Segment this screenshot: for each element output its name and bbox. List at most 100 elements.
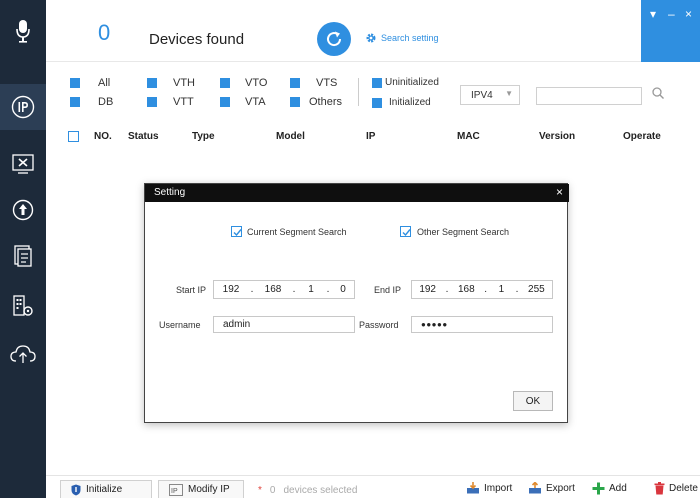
filter-vth-label: VTH xyxy=(173,77,195,89)
password-input[interactable]: ●●●●● xyxy=(411,316,553,333)
ip-icon xyxy=(11,95,35,119)
dialog-close-button[interactable]: × xyxy=(556,185,563,199)
cloud-upload-icon xyxy=(10,345,36,363)
username-label: Username xyxy=(159,320,201,330)
end-ip-octet: 168 xyxy=(458,284,475,295)
upgrade-icon xyxy=(12,199,34,221)
tools-icon xyxy=(12,154,34,174)
trash-icon xyxy=(654,482,665,495)
end-ip-octet: 1 xyxy=(498,284,505,295)
selected-label: devices selected xyxy=(283,485,358,496)
start-ip-label: Start IP xyxy=(176,285,207,295)
sidebar-item-building[interactable] xyxy=(0,283,46,329)
dropdown-window-button[interactable]: ▾ xyxy=(650,8,656,20)
filter-db-checkbox[interactable] xyxy=(70,97,80,107)
ip-version-select[interactable]: IPV4 ▼ xyxy=(460,85,520,105)
filter-vtt-label: VTT xyxy=(173,96,194,108)
filter-uninitialized-checkbox[interactable] xyxy=(372,78,382,88)
filter-vta-label: VTA xyxy=(245,96,266,108)
delete-label: Delete xyxy=(669,483,698,494)
col-version: Version xyxy=(539,131,576,142)
plus-icon xyxy=(592,482,605,495)
filter-others-checkbox[interactable] xyxy=(290,97,300,107)
search-button[interactable] xyxy=(651,86,665,103)
filter-vtt-checkbox[interactable] xyxy=(147,97,157,107)
device-filters: All VTH VTO VTS DB VTT VTA Others Uninit… xyxy=(46,62,700,122)
filter-db-label: DB xyxy=(98,96,114,108)
filter-all-checkbox[interactable] xyxy=(70,78,80,88)
filter-vts-label: VTS xyxy=(316,77,338,89)
setting-dialog: Setting × Current Segment Search Other S… xyxy=(144,183,569,423)
col-no: NO. xyxy=(94,131,112,142)
ip-version-value: IPV4 xyxy=(471,89,493,101)
device-search-input[interactable] xyxy=(536,87,642,105)
mic-icon xyxy=(0,0,46,62)
select-all-checkbox[interactable] xyxy=(68,131,79,142)
col-model: Model xyxy=(276,131,305,142)
chevron-down-icon: ▼ xyxy=(505,89,513,98)
start-ip-input[interactable]: 192. 168. 1. 0 xyxy=(213,280,355,299)
import-icon xyxy=(467,482,479,494)
refresh-icon xyxy=(327,31,342,47)
sidebar-item-document[interactable] xyxy=(0,233,46,279)
filter-vts-checkbox[interactable] xyxy=(290,78,300,88)
current-segment-label: Current Segment Search xyxy=(247,227,347,237)
search-setting-button[interactable]: Search setting xyxy=(365,32,439,44)
filter-others-label: Others xyxy=(309,96,343,108)
start-ip-octet: 1 xyxy=(308,284,314,295)
export-icon xyxy=(529,482,541,494)
refresh-button[interactable] xyxy=(317,22,351,56)
close-window-button[interactable]: × xyxy=(685,8,692,20)
filter-uninitialized-label: Uninitialized xyxy=(385,77,439,88)
dialog-title: Setting xyxy=(154,187,186,198)
filter-vta-checkbox[interactable] xyxy=(220,97,230,107)
document-icon xyxy=(14,245,32,267)
col-mac: MAC xyxy=(457,131,480,142)
delete-button[interactable]: Delete xyxy=(654,482,698,495)
sidebar-item-upgrade[interactable] xyxy=(0,187,46,233)
checkmark-icon xyxy=(402,229,411,237)
gear-icon xyxy=(366,33,376,43)
export-label: Export xyxy=(546,482,575,494)
svg-text:IP: IP xyxy=(171,488,178,495)
start-ip-octet: 192 xyxy=(222,284,240,295)
shield-icon xyxy=(71,484,81,495)
sidebar-item-tools[interactable] xyxy=(0,141,46,187)
start-ip-octet: 168 xyxy=(264,284,282,295)
filter-all-label: All xyxy=(98,77,111,89)
filter-initialized-checkbox[interactable] xyxy=(372,98,382,108)
modify-ip-label: Modify IP xyxy=(188,484,230,495)
sidebar-item-ip[interactable] xyxy=(0,84,46,130)
dialog-title-bar: Setting × xyxy=(145,184,569,202)
checkmark-icon xyxy=(233,229,242,237)
add-label: Add xyxy=(609,483,627,494)
filter-vto-label: VTO xyxy=(245,77,268,89)
modify-ip-button[interactable]: IP Modify IP xyxy=(158,480,244,498)
other-segment-checkbox[interactable] xyxy=(400,226,411,237)
col-ip: IP xyxy=(366,131,376,142)
initialize-label: Initialize xyxy=(86,484,123,495)
ip-edit-icon: IP xyxy=(169,483,183,496)
col-operate: Operate xyxy=(623,131,661,142)
sidebar-item-cloud[interactable] xyxy=(0,331,46,377)
filter-initialized-label: Initialized xyxy=(389,97,431,108)
device-count: 0 xyxy=(98,20,111,45)
end-ip-input[interactable]: 192. 168. 1. 255 xyxy=(411,280,553,299)
minimize-button[interactable]: – xyxy=(668,8,675,20)
export-button[interactable]: Export xyxy=(528,482,575,494)
building-settings-icon xyxy=(13,295,33,316)
add-button[interactable]: Add xyxy=(592,482,627,495)
end-ip-label: End IP xyxy=(374,285,402,295)
filter-vth-checkbox[interactable] xyxy=(147,78,157,88)
initialize-button[interactable]: Initialize xyxy=(60,480,152,498)
import-button[interactable]: Import xyxy=(466,482,512,494)
device-table-header: NO. Status Type Model IP MAC Version Ope… xyxy=(46,122,700,152)
username-input[interactable]: admin xyxy=(213,316,355,333)
password-label: Password xyxy=(359,320,399,330)
current-segment-checkbox[interactable] xyxy=(231,226,242,237)
ok-button[interactable]: OK xyxy=(513,391,553,411)
window-controls: ▾ – × xyxy=(641,0,700,62)
end-ip-octet: 255 xyxy=(528,284,545,295)
col-status: Status xyxy=(128,131,159,142)
filter-vto-checkbox[interactable] xyxy=(220,78,230,88)
